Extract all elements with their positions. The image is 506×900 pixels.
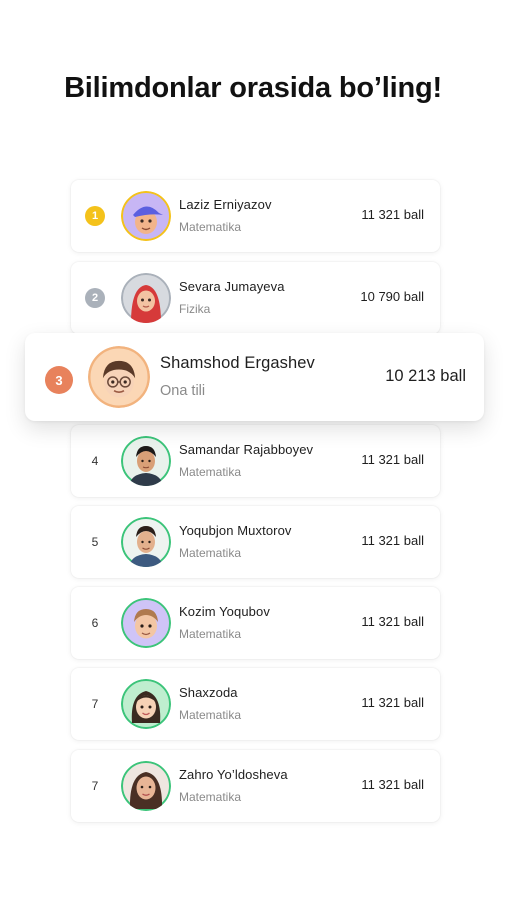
user-subject: Fizika (179, 302, 211, 316)
leaderboard-row-3-highlighted[interactable]: 3 Shamshod Ergashev Ona tili 10 213 ball (25, 333, 484, 421)
user-subject: Matematika (179, 546, 242, 560)
user-subject: Matematika (179, 465, 242, 479)
user-name: Shaxzoda (179, 685, 238, 700)
rank-badge: 1 (85, 206, 105, 226)
rank-number: 4 (91, 454, 99, 468)
user-subject: Matematika (179, 220, 242, 234)
rank-number: 6 (91, 616, 99, 630)
avatar (121, 273, 171, 323)
leaderboard-row-8[interactable]: 7 Zahro Yo’ldosheva Matematika 11 321 ba… (71, 750, 440, 822)
page-headline: Bilimdonlar orasida bo’ling! (64, 72, 442, 104)
leaderboard-row-5[interactable]: 5 Yoqubjon Muxtorov Matematika 11 321 ba… (71, 506, 440, 578)
user-score: 11 321 ball (361, 452, 424, 467)
user-score: 10 213 ball (385, 367, 466, 385)
user-subject: Matematika (179, 627, 242, 641)
rank-number: 5 (91, 535, 99, 549)
rank-badge: 2 (85, 288, 105, 308)
leaderboard-row-2[interactable]: 2 Sevara Jumayeva Fizika 10 790 ball (71, 262, 440, 334)
avatar (121, 761, 171, 811)
rank-badge: 3 (45, 366, 73, 394)
user-subject: Matematika (179, 708, 242, 722)
user-subject: Ona tili (160, 383, 206, 399)
user-name: Yoqubjon Muxtorov (179, 523, 292, 538)
leaderboard-row-7[interactable]: 7 Shaxzoda Matematika 11 321 ball (71, 668, 440, 740)
user-name: Laziz Erniyazov (179, 197, 272, 212)
avatar (88, 346, 150, 408)
avatar (121, 436, 171, 486)
user-score: 11 321 ball (361, 777, 424, 792)
user-subject: Matematika (179, 790, 242, 804)
leaderboard-row-4[interactable]: 4 Samandar Rajabboyev Matematika 11 321 … (71, 425, 440, 497)
user-score: 10 790 ball (360, 289, 424, 304)
user-score: 11 321 ball (361, 695, 424, 710)
user-score: 11 321 ball (361, 207, 424, 222)
avatar (121, 679, 171, 729)
avatar (121, 517, 171, 567)
avatar (121, 598, 171, 648)
avatar (121, 191, 171, 241)
user-score: 11 321 ball (361, 614, 424, 629)
user-name: Sevara Jumayeva (179, 279, 285, 294)
leaderboard-row-1[interactable]: 1 Laziz Erniyazov Matematika 11 321 ball (71, 180, 440, 252)
user-name: Samandar Rajabboyev (179, 442, 314, 457)
user-name: Shamshod Ergashev (160, 354, 315, 372)
leaderboard-row-6[interactable]: 6 Kozim Yoqubov Matematika 11 321 ball (71, 587, 440, 659)
user-score: 11 321 ball (361, 533, 424, 548)
rank-number: 7 (91, 697, 99, 711)
user-name: Kozim Yoqubov (179, 604, 270, 619)
user-name: Zahro Yo’ldosheva (179, 767, 288, 782)
rank-number: 7 (91, 779, 99, 793)
